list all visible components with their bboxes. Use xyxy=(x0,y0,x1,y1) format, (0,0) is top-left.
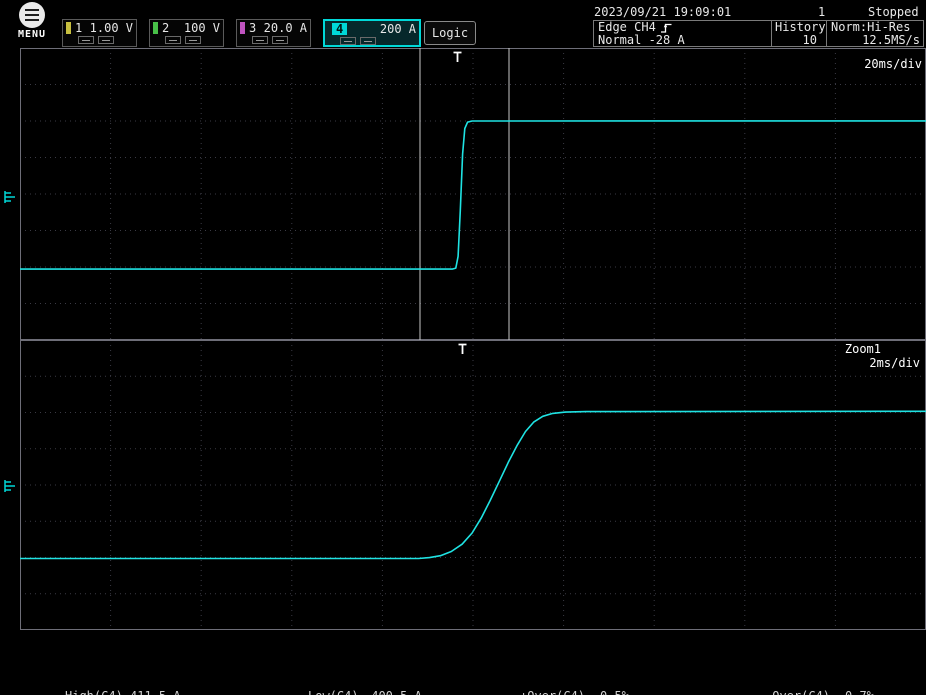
zoom-waveform-area[interactable]: Zoom1 2ms/div xyxy=(20,340,926,630)
coupling-icon xyxy=(252,36,268,44)
main-waveform-area[interactable]: 20ms/div xyxy=(20,48,926,340)
logic-button[interactable]: Logic xyxy=(424,21,476,45)
ch4-ground-marker[interactable] xyxy=(2,478,17,494)
pos-overshoot-value: 0.5% xyxy=(600,689,629,695)
channel-4-button[interactable]: 4 200 A xyxy=(323,19,421,47)
probe-icon xyxy=(98,36,114,44)
zoom-waveform-chart[interactable] xyxy=(20,340,926,630)
high-label: High(C4) xyxy=(65,689,130,695)
channel-1-color-bar xyxy=(66,22,71,34)
probe-icon xyxy=(272,36,288,44)
channel-2-color-bar xyxy=(153,22,158,34)
channel-2-button[interactable]: 2 100 V xyxy=(149,19,224,47)
main-timebase-label: 20ms/div xyxy=(864,57,922,71)
acquisition-count: 1 xyxy=(818,5,825,19)
main-waveform-chart[interactable] xyxy=(20,48,926,340)
zoom-timebase-label: 2ms/div xyxy=(869,356,920,370)
run-state-label: Stopped xyxy=(868,5,919,19)
low-label: Low(C4) xyxy=(308,689,364,695)
probe-icon xyxy=(185,36,201,44)
coupling-icon xyxy=(165,36,181,44)
channel-4-scale: 200 A xyxy=(380,23,416,35)
history-count: 10 xyxy=(775,34,817,47)
channel-3-number: 3 xyxy=(249,22,256,34)
neg-overshoot-value: 0.7% xyxy=(845,689,874,695)
rising-edge-icon xyxy=(660,22,673,34)
channel-3-color-bar xyxy=(240,22,245,34)
channel-2-number: 2 xyxy=(162,22,169,34)
channel-1-scale: 1.00 V xyxy=(90,22,133,34)
trigger-status-panel[interactable]: Edge CH4 Normal -28 A History 10 Norm:Hi… xyxy=(593,20,924,47)
neg-overshoot-label: -Over(C4) xyxy=(765,689,845,695)
channel-2-scale: 100 V xyxy=(184,22,220,34)
menu-label: MENU xyxy=(10,29,54,40)
divider xyxy=(771,21,772,46)
coupling-icon xyxy=(78,36,94,44)
channel-3-scale: 20.0 A xyxy=(264,22,307,34)
probe-icon xyxy=(360,37,376,45)
channel-4-number: 4 xyxy=(332,23,347,35)
trigger-position-marker[interactable] xyxy=(457,343,468,355)
low-value: -400.5 A xyxy=(364,689,422,695)
history-label: History xyxy=(775,21,826,34)
sample-rate-label: 12.5MS/s xyxy=(862,34,920,47)
hamburger-menu-icon xyxy=(19,2,45,28)
trigger-mode-label: Normal -28 A xyxy=(598,34,685,47)
channel-3-button[interactable]: 3 20.0 A xyxy=(236,19,311,47)
ch4-ground-marker[interactable] xyxy=(2,189,17,205)
high-value: 411.5 A xyxy=(130,689,181,695)
coupling-icon xyxy=(340,37,356,45)
divider xyxy=(826,21,827,46)
datetime-label: 2023/09/21 19:09:01 xyxy=(594,5,731,19)
channel-1-button[interactable]: 1 1.00 V xyxy=(62,19,137,47)
trigger-position-marker[interactable] xyxy=(452,51,463,63)
channel-1-number: 1 xyxy=(75,22,82,34)
zoom-window-label: Zoom1 xyxy=(845,342,881,356)
menu-button[interactable]: MENU xyxy=(10,2,54,40)
pos-overshoot-label: +Over(C4) xyxy=(520,689,600,695)
